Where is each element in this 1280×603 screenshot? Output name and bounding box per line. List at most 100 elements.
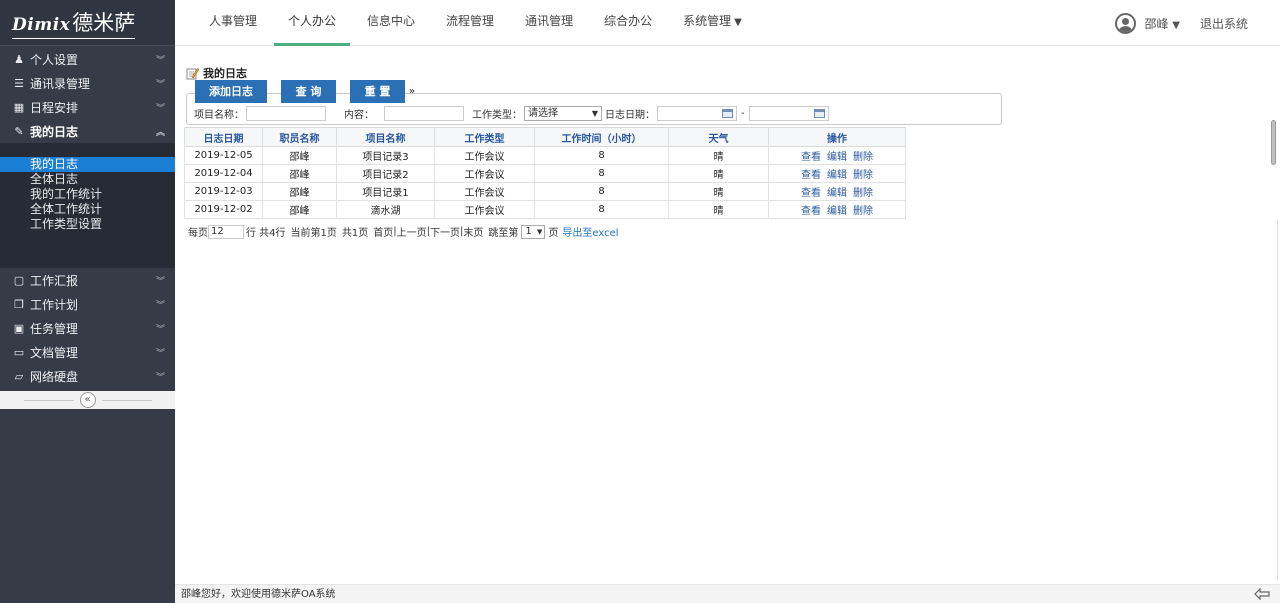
sidebar-group-groups_bottom-4[interactable]: ▱ 网络硬盘 ︾ bbox=[0, 364, 175, 388]
user-menu[interactable]: 邵峰 ▼ bbox=[1144, 15, 1180, 32]
scrollbar-track bbox=[1277, 220, 1278, 580]
sidebar-group-label: 文档管理 bbox=[30, 345, 79, 360]
table-cell: 邵峰 bbox=[262, 200, 337, 219]
sidebar-group-groups_top-2[interactable]: ▦ 日程安排 ︾ bbox=[0, 95, 175, 119]
view-link[interactable]: 查看 bbox=[801, 206, 821, 217]
jump-page-select[interactable]: 1 ▼ bbox=[521, 224, 546, 239]
folder-open-icon: ▱ bbox=[14, 369, 24, 383]
content-input[interactable] bbox=[384, 106, 464, 121]
sidebar-group-groups_bottom-2[interactable]: ▣ 任务管理 ︾ bbox=[0, 316, 175, 340]
sidebar-subitem-0[interactable]: 我的日志 bbox=[0, 157, 175, 172]
nav-item-2[interactable]: 信息中心 bbox=[353, 0, 429, 46]
sidebar-group-groups_bottom-3[interactable]: ▭ 文档管理 ︾ bbox=[0, 340, 175, 364]
column-header[interactable]: 工作时间（小时） bbox=[534, 127, 669, 147]
calendar-icon[interactable] bbox=[722, 109, 733, 118]
export-excel-link[interactable]: 导出至excel bbox=[562, 224, 618, 239]
jump-label: 跳至第 bbox=[488, 228, 519, 239]
main-content: 我的日志 添加日志 查 询 重 置 » 项目名称： 内容： 工作类型： 请选择 … bbox=[175, 47, 1280, 584]
table-cell: 8 bbox=[534, 182, 669, 201]
edit-link[interactable]: 编辑 bbox=[827, 206, 847, 217]
edit-link[interactable]: 编辑 bbox=[827, 170, 847, 181]
sidebar-group-groups_bottom-0[interactable]: ▢ 工作汇报 ︾ bbox=[0, 268, 175, 292]
row-actions: 查看 编辑 删除 bbox=[768, 164, 906, 183]
sidebar-subitem-2[interactable]: 我的工作统计 bbox=[0, 187, 175, 202]
edit-link[interactable]: 编辑 bbox=[827, 152, 847, 163]
sidebar-subitem-4[interactable]: 工作类型设置 bbox=[0, 217, 175, 232]
work-type-select[interactable]: 请选择 ▼ bbox=[524, 106, 602, 121]
table-cell: 晴 bbox=[668, 164, 769, 183]
prev-page-link[interactable]: 上一页 bbox=[397, 224, 427, 239]
sidebar-group-groups_top-0[interactable]: ♟ 个人设置 ︾ bbox=[0, 47, 175, 71]
sidebar-group-groups_bottom-1[interactable]: ❐ 工作计划 ︾ bbox=[0, 292, 175, 316]
sidebar-group-groups_top-1[interactable]: ☰ 通讯录管理 ︾ bbox=[0, 71, 175, 95]
date-start-input[interactable] bbox=[657, 106, 737, 121]
table-row: 2019-12-04 邵峰 项目记录2 工作会议 8 晴查看 编辑 删除 bbox=[184, 164, 906, 183]
calendar-icon: ▦ bbox=[13, 100, 25, 114]
add-log-button[interactable]: 添加日志 bbox=[195, 80, 267, 103]
edit-link[interactable]: 编辑 bbox=[827, 188, 847, 199]
nav-item-3[interactable]: 流程管理 bbox=[432, 0, 508, 46]
avatar-icon[interactable] bbox=[1115, 12, 1137, 34]
column-header[interactable]: 工作类型 bbox=[434, 127, 535, 147]
sidebar-group-label: 个人设置 bbox=[30, 52, 79, 67]
delete-link[interactable]: 删除 bbox=[853, 206, 873, 217]
view-link[interactable]: 查看 bbox=[801, 170, 821, 181]
log-table: 日志日期 职员名称 项目名称 工作类型 工作时间（小时） 天气 操作 2019-12-05 邵… bbox=[184, 127, 906, 219]
last-page-link[interactable]: 末页 bbox=[463, 224, 483, 239]
back-arrow-icon[interactable] bbox=[1254, 588, 1270, 600]
column-header[interactable]: 职员名称 bbox=[262, 127, 337, 147]
table-cell: 项目记录2 bbox=[336, 164, 435, 183]
view-link[interactable]: 查看 bbox=[801, 188, 821, 199]
chevron-down-icon: ︾ bbox=[155, 300, 165, 311]
query-button[interactable]: 查 询 bbox=[281, 80, 336, 103]
chevron-up-icon: ︽ bbox=[155, 127, 165, 138]
sidebar-group-label: 工作汇报 bbox=[30, 273, 79, 288]
nav-item-0[interactable]: 人事管理 bbox=[195, 0, 271, 46]
scrollbar-thumb[interactable] bbox=[1271, 120, 1276, 165]
reset-button[interactable]: 重 置 bbox=[350, 80, 405, 103]
delete-link[interactable]: 删除 bbox=[853, 152, 873, 163]
view-link[interactable]: 查看 bbox=[801, 152, 821, 163]
date-end-input[interactable] bbox=[748, 106, 829, 121]
next-page-link[interactable]: 下一页 bbox=[430, 224, 460, 239]
expand-search-icon[interactable]: » bbox=[409, 86, 415, 97]
first-page-link[interactable]: 首页 bbox=[373, 224, 393, 239]
nav-item-6[interactable]: 系统管理 ▼ bbox=[669, 0, 756, 46]
delete-link[interactable]: 删除 bbox=[853, 188, 873, 199]
table-cell: 晴 bbox=[668, 182, 769, 201]
logout-link[interactable]: 退出系统 bbox=[1200, 15, 1248, 32]
delete-link[interactable]: 删除 bbox=[853, 170, 873, 181]
nav-item-1[interactable]: 个人办公 bbox=[274, 0, 351, 46]
project-name-input[interactable] bbox=[246, 106, 326, 121]
column-header[interactable]: 操作 bbox=[768, 127, 906, 147]
current-page: 当前第1页 bbox=[290, 228, 337, 239]
date-separator: - bbox=[741, 108, 745, 119]
project-name-label: 项目名称： bbox=[194, 110, 244, 121]
user-icon: ♟ bbox=[14, 52, 24, 66]
chevron-down-icon: ︾ bbox=[155, 276, 165, 287]
welcome-text: 邵峰您好，欢迎使用德米萨OA系统 bbox=[181, 589, 336, 600]
collapse-sidebar-icon[interactable]: « bbox=[79, 392, 96, 408]
chevron-down-icon: ︾ bbox=[155, 372, 165, 383]
sidebar-group-groups_top-3[interactable]: ✎ 我的日志 ︽ bbox=[0, 119, 175, 143]
my-log-submenu: 我的日志 全体日志 我的工作统计 全体工作统计 工作类型设置 bbox=[0, 143, 175, 268]
total-pages: 共1页 bbox=[341, 228, 369, 239]
nav-item-4[interactable]: 通讯管理 bbox=[511, 0, 587, 46]
sidebar-group-label: 工作计划 bbox=[30, 297, 79, 312]
pagination: 每页 12 行 共4行 当前第1页 共1页 首页 | 上一页 | 下一页 | 末页 跳至第 … bbox=[188, 224, 619, 239]
nav-item-5[interactable]: 综合办公 bbox=[590, 0, 666, 46]
calendar-icon[interactable] bbox=[813, 109, 825, 118]
sidebar-subitem-1[interactable]: 全体日志 bbox=[0, 172, 175, 187]
copy-icon: ❐ bbox=[14, 297, 24, 311]
pencil-icon: ✎ bbox=[14, 124, 24, 138]
table-row: 2019-12-05 邵峰 项目记录3 工作会议 8 晴查看 编辑 删除 bbox=[184, 146, 906, 165]
row-actions: 查看 编辑 删除 bbox=[768, 146, 906, 165]
column-header[interactable]: 日志日期 bbox=[184, 127, 263, 147]
search-buttons: 添加日志 查 询 重 置 » bbox=[195, 80, 415, 103]
table-cell: 工作会议 bbox=[434, 182, 535, 201]
sidebar-subitem-3[interactable]: 全体工作统计 bbox=[0, 202, 175, 217]
column-header[interactable]: 天气 bbox=[668, 127, 769, 147]
table-cell: 8 bbox=[534, 146, 669, 165]
per-page-input[interactable]: 12 bbox=[208, 224, 244, 239]
column-header[interactable]: 项目名称 bbox=[336, 127, 435, 147]
